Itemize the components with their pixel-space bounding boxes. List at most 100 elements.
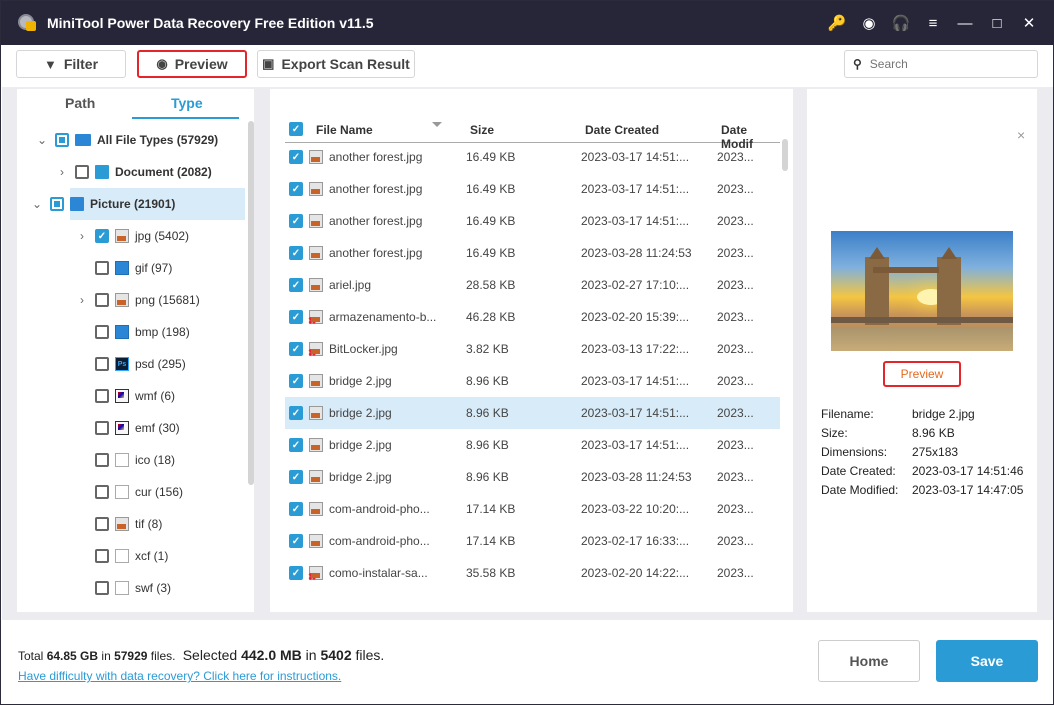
row-checkbox[interactable]: ✓	[289, 150, 303, 164]
close-icon[interactable]: ✕	[1013, 7, 1045, 39]
search-input[interactable]	[869, 57, 1020, 71]
tree-item[interactable]: cur (156)	[17, 476, 247, 508]
tree-checkbox[interactable]	[95, 293, 109, 307]
table-row[interactable]: ✓ com-android-pho... 17.14 KB 2023-03-22 10…	[285, 493, 780, 525]
file-list-scrollbar[interactable]	[782, 139, 788, 171]
export-scan-result-button[interactable]: ▣ Export Scan Result	[257, 50, 415, 78]
preview-button[interactable]: ◉ Preview	[137, 50, 247, 78]
info-value: 2023-03-17 14:47:05	[912, 483, 1024, 497]
table-row[interactable]: ✓ bridge 2.jpg 8.96 KB 2023-03-17 14:51:...…	[285, 365, 780, 397]
disc-icon[interactable]: ◉	[853, 7, 885, 39]
tree-checkbox[interactable]: ✓	[95, 229, 109, 243]
row-checkbox[interactable]: ✓	[289, 566, 303, 580]
chevron-right-icon[interactable]: ›	[75, 293, 89, 307]
save-button[interactable]: Save	[936, 640, 1038, 682]
tree-checkbox[interactable]	[95, 325, 109, 339]
search-box[interactable]: ⚲	[844, 50, 1038, 78]
column-date-created[interactable]: Date Created	[585, 123, 659, 137]
tree-checkbox[interactable]	[95, 389, 109, 403]
column-size[interactable]: Size	[470, 123, 494, 137]
panel-tabs: Path Type	[17, 89, 254, 119]
menu-icon[interactable]: ≡	[917, 7, 949, 39]
tree-item[interactable]: swf (3)	[17, 572, 247, 604]
footer: Total 64.85 GB in 57929 files. Selected …	[2, 620, 1053, 704]
table-row[interactable]: ✓ another forest.jpg 16.49 KB 2023-03-17 14…	[285, 205, 780, 237]
filter-button[interactable]: ▼ Filter	[16, 50, 126, 78]
chevron-right-icon[interactable]: ›	[55, 165, 69, 179]
tree-checkbox[interactable]	[95, 261, 109, 275]
chevron-down-icon[interactable]: ⌄	[30, 197, 44, 211]
row-checkbox[interactable]: ✓	[289, 310, 303, 324]
tab-type[interactable]: Type	[171, 95, 203, 111]
row-checkbox[interactable]: ✓	[289, 470, 303, 484]
tree-checkbox[interactable]	[50, 197, 64, 211]
active-tab-indicator	[132, 117, 239, 119]
table-row[interactable]: ✓ bridge 2.jpg 8.96 KB 2023-03-17 14:51:...…	[285, 429, 780, 461]
row-checkbox[interactable]: ✓	[289, 502, 303, 516]
title-bar: MiniTool Power Data Recovery Free Editio…	[1, 1, 1054, 45]
tree-checkbox[interactable]	[95, 485, 109, 499]
tree-checkbox[interactable]	[95, 421, 109, 435]
home-button[interactable]: Home	[818, 640, 920, 682]
table-row[interactable]: ✓ another forest.jpg 16.49 KB 2023-03-17 14…	[285, 173, 780, 205]
minimize-icon[interactable]: —	[949, 7, 981, 39]
tree-item[interactable]: ⌄ Picture (21901)	[32, 188, 245, 220]
tree-checkbox[interactable]	[95, 357, 109, 371]
close-preview-icon[interactable]: ×	[1017, 127, 1025, 143]
tree-scrollbar[interactable]	[248, 121, 254, 485]
row-checkbox[interactable]: ✓	[289, 182, 303, 196]
tree-item[interactable]: › ✓ jpg (5402)	[17, 220, 247, 252]
file-name-cell: ariel.jpg	[329, 278, 372, 292]
row-checkbox[interactable]: ✓	[289, 406, 303, 420]
chevron-right-icon[interactable]: ›	[75, 229, 89, 243]
date-created-cell: 2023-02-20 14:22:...	[581, 566, 690, 580]
table-row[interactable]: ✓ another forest.jpg 16.49 KB 2023-03-28 11…	[285, 237, 780, 269]
tree-item[interactable]: › png (15681)	[17, 284, 247, 316]
column-file-name[interactable]: File Name	[316, 123, 373, 137]
size-cell: 16.49 KB	[466, 214, 516, 228]
tree-checkbox[interactable]	[95, 517, 109, 531]
row-checkbox[interactable]: ✓	[289, 534, 303, 548]
headphones-icon[interactable]: 🎧	[885, 7, 917, 39]
chevron-down-icon[interactable]: ⌄	[35, 133, 49, 147]
table-row[interactable]: ✓ bridge 2.jpg 8.96 KB 2023-03-17 14:51:...…	[285, 397, 780, 429]
table-row[interactable]: ✓ ✖ armazenamento-b... 46.28 KB 2023-02-20 1…	[285, 301, 780, 333]
tree-item[interactable]: gif (97)	[17, 252, 247, 284]
tree-item[interactable]: bmp (198)	[17, 316, 247, 348]
row-checkbox[interactable]: ✓	[289, 342, 303, 356]
date-modified-cell: 2023...	[717, 214, 754, 228]
tree-checkbox[interactable]	[55, 133, 69, 147]
tree-item[interactable]: wmf (6)	[17, 380, 247, 412]
file-name-cell: bridge 2.jpg	[329, 406, 392, 420]
tab-path[interactable]: Path	[65, 95, 95, 111]
table-row[interactable]: ✓ bridge 2.jpg 8.96 KB 2023-03-28 11:24:53 2…	[285, 461, 780, 493]
tree-item[interactable]: xcf (1)	[17, 540, 247, 572]
tree-checkbox[interactable]	[75, 165, 89, 179]
key-icon[interactable]: 🔑	[821, 7, 853, 39]
row-checkbox[interactable]: ✓	[289, 438, 303, 452]
table-row[interactable]: ✓ ✖ BitLocker.jpg 3.82 KB 2023-03-13 17:22:.…	[285, 333, 780, 365]
tree-item[interactable]: emf (30)	[17, 412, 247, 444]
tree-item[interactable]: ico (18)	[17, 444, 247, 476]
table-row[interactable]: ✓ ✖ como-instalar-sa... 35.58 KB 2023-02-20 …	[285, 557, 780, 589]
tree-item[interactable]: Ps psd (295)	[17, 348, 247, 380]
tree-item[interactable]: ⌄ All File Types (57929)	[17, 124, 247, 156]
tree-checkbox[interactable]	[95, 453, 109, 467]
preview-image-button[interactable]: Preview	[883, 361, 961, 387]
row-checkbox[interactable]: ✓	[289, 214, 303, 228]
tree-item[interactable]: tif (8)	[17, 508, 247, 540]
row-checkbox[interactable]: ✓	[289, 246, 303, 260]
image-file-icon	[309, 502, 323, 516]
tree-checkbox[interactable]	[95, 581, 109, 595]
select-all-checkbox[interactable]: ✓	[289, 122, 303, 136]
row-checkbox[interactable]: ✓	[289, 374, 303, 388]
tree-item[interactable]: › Document (2082)	[17, 156, 247, 188]
row-checkbox[interactable]: ✓	[289, 278, 303, 292]
help-link[interactable]: Have difficulty with data recovery? Clic…	[18, 669, 341, 683]
maximize-icon[interactable]: □	[981, 7, 1013, 39]
table-row[interactable]: ✓ com-android-pho... 17.14 KB 2023-02-17 16…	[285, 525, 780, 557]
table-row[interactable]: ✓ another forest.jpg 16.49 KB 2023-03-17 14…	[285, 141, 780, 173]
tree-checkbox[interactable]	[95, 549, 109, 563]
sort-arrow-icon[interactable]	[432, 122, 442, 127]
table-row[interactable]: ✓ ariel.jpg 28.58 KB 2023-02-27 17:10:... 20…	[285, 269, 780, 301]
